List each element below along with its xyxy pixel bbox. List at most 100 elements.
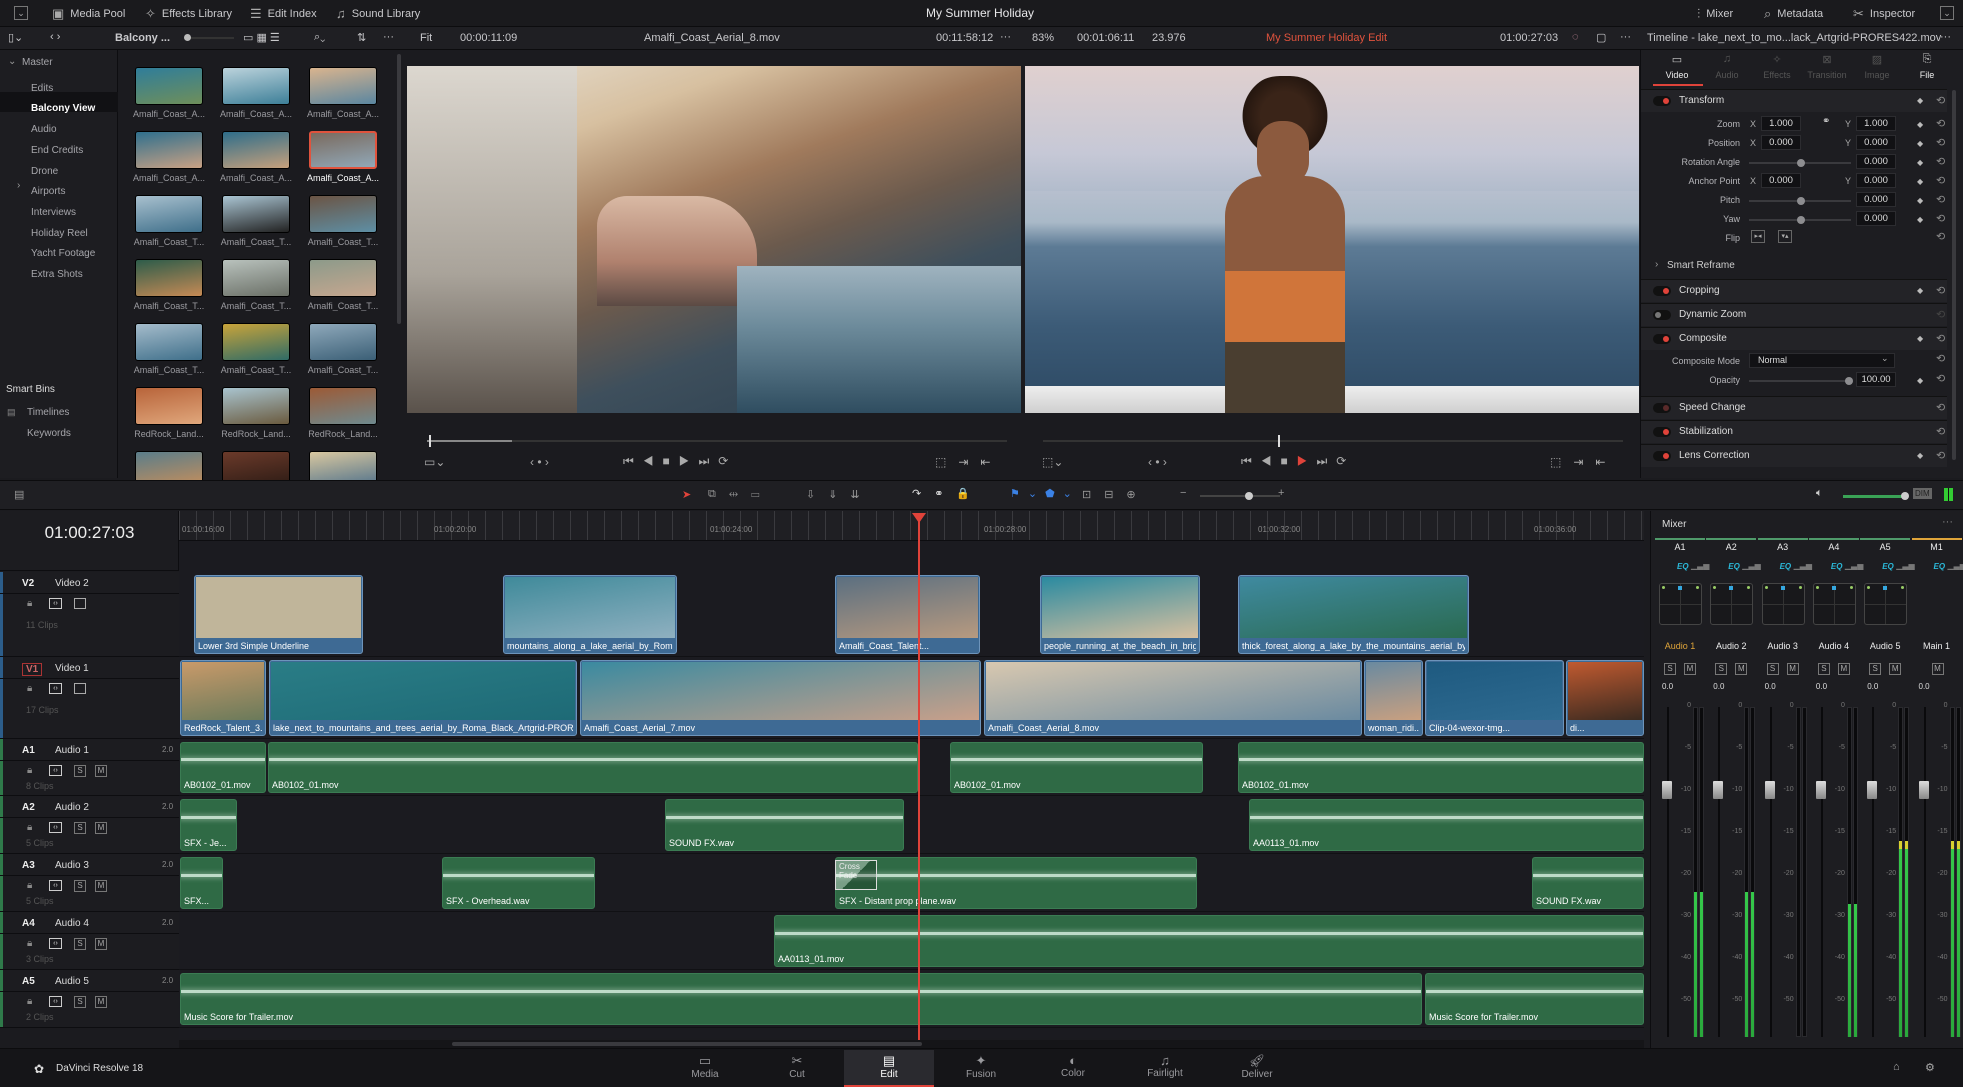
eq-button[interactable]: EQ: [1831, 562, 1843, 571]
pan-control[interactable]: [1761, 583, 1805, 625]
program-edit-buttons[interactable]: ⬚⇥⇤: [1550, 455, 1617, 469]
nav-back-forward-icon[interactable]: ‹ ›: [50, 31, 60, 43]
toggle-switch[interactable]: [1653, 427, 1671, 437]
source-zoom-select[interactable]: Fit: [420, 32, 432, 44]
page-fairlight-button[interactable]: ♫ Fairlight: [1120, 1050, 1210, 1087]
toggle-switch[interactable]: [1653, 451, 1671, 461]
lock-icon[interactable]: 🔒︎: [27, 683, 32, 694]
channel-mute-button[interactable]: M: [1931, 663, 1944, 675]
reset-icon[interactable]: ⟲: [1936, 401, 1945, 414]
settings-gear-icon[interactable]: ⚙: [1925, 1061, 1935, 1074]
media-clip-thumbnail[interactable]: [135, 131, 203, 169]
media-clip-thumbnail[interactable]: [222, 195, 290, 233]
solo-button[interactable]: S: [74, 822, 86, 834]
reset-icon[interactable]: ⟲: [1936, 230, 1945, 243]
keyframe-diamond-icon[interactable]: ◆: [1917, 177, 1923, 186]
edit-tools-icons[interactable]: ⧉⇹▭: [708, 488, 772, 501]
bin-item[interactable]: End Credits: [31, 145, 83, 156]
eq-button[interactable]: EQ: [1677, 562, 1689, 571]
param-pitch-slider[interactable]: [1749, 197, 1851, 205]
track-id[interactable]: A4: [22, 918, 35, 929]
media-clip-thumbnail[interactable]: [222, 67, 290, 105]
thumbnail-size-slider[interactable]: [184, 34, 234, 41]
inspector-section[interactable]: Cropping ◆ ⟲: [1641, 279, 1947, 302]
clip-v2[interactable]: mountains_along_a_lake_aerial_by_Roma...: [503, 575, 677, 654]
clip-a1[interactable]: AB0102_01.mov: [1238, 742, 1644, 793]
tab-effects[interactable]: Effects: [1751, 70, 1803, 80]
opacity-value[interactable]: 100.00: [1856, 372, 1896, 387]
source-more-icon[interactable]: ···: [1000, 31, 1011, 43]
bin-item[interactable]: Interviews: [31, 207, 76, 218]
reset-icon[interactable]: ⟲: [1936, 284, 1945, 297]
smart-reframe-title[interactable]: Smart Reframe: [1667, 260, 1735, 271]
track-visibility-icon[interactable]: [74, 683, 86, 694]
auto-select-icon[interactable]: ‹›: [49, 938, 62, 949]
clip-a3[interactable]: SFX...: [180, 857, 223, 909]
channel-mute-button[interactable]: M: [1889, 663, 1902, 675]
channel-fader[interactable]: [1815, 781, 1826, 799]
inspector-section[interactable]: Stabilization ⟲: [1641, 420, 1947, 443]
panel-layout-icon[interactable]: ▯⌄: [8, 31, 23, 44]
toggle-switch[interactable]: [1653, 334, 1671, 344]
media-clip-thumbnail[interactable]: [222, 387, 290, 425]
clip-v1[interactable]: di...: [1566, 660, 1644, 736]
sort-icon[interactable]: ⇅: [357, 31, 366, 44]
channel-solo-button[interactable]: S: [1664, 663, 1676, 675]
link-icon[interactable]: ⚭: [1822, 116, 1830, 127]
clip-a3[interactable]: SFX - Overhead.wav: [442, 857, 595, 909]
search-icon[interactable]: ⌕⌄: [314, 31, 325, 44]
media-clip-thumbnail[interactable]: [135, 387, 203, 425]
chevron-right-icon[interactable]: ›: [1655, 259, 1658, 270]
timeline-zoom-slider[interactable]: [1200, 492, 1280, 500]
media-clip-thumbnail[interactable]: [135, 323, 203, 361]
tab-file[interactable]: File: [1901, 70, 1953, 80]
selection-tool-icon[interactable]: ➤: [682, 488, 691, 501]
clip-a1[interactable]: AB0102_01.mov: [268, 742, 918, 793]
mixer-more-icon[interactable]: ···: [1942, 516, 1953, 528]
composite-mode-dropdown[interactable]: Normal: [1749, 353, 1895, 368]
lock-icon[interactable]: 🔒︎: [27, 880, 32, 891]
flip-vertical-button[interactable]: ▾▴: [1778, 230, 1792, 243]
eq-button[interactable]: EQ: [1780, 562, 1792, 571]
keyframe-diamond-icon[interactable]: ◆: [1917, 120, 1923, 129]
zoom-out-icon[interactable]: −: [1180, 487, 1186, 499]
tab-audio[interactable]: Audio: [1701, 70, 1753, 80]
channel-fader[interactable]: [1662, 781, 1672, 799]
reset-icon[interactable]: ⟲: [1936, 332, 1945, 345]
param-zoom-y[interactable]: 1.000: [1856, 116, 1896, 131]
eq-button[interactable]: EQ: [1728, 562, 1740, 571]
monitor-volume-slider[interactable]: [1843, 492, 1909, 500]
pan-control[interactable]: [1812, 583, 1856, 625]
toggle-switch[interactable]: [1653, 96, 1671, 106]
clip-a5[interactable]: Music Score for Trailer.mov: [1425, 973, 1644, 1025]
pan-control[interactable]: [1659, 583, 1702, 625]
source-clip-name[interactable]: Amalfi_Coast_Aerial_8.mov: [644, 32, 780, 44]
track-id[interactable]: V1: [22, 663, 43, 676]
more-options-icon[interactable]: ···: [383, 31, 394, 43]
media-clip-thumbnail[interactable]: [309, 67, 377, 105]
page-media-button[interactable]: ▭ Media: [660, 1050, 750, 1087]
keyframe-diamond-icon[interactable]: ◆: [1917, 334, 1923, 343]
bin-item[interactable]: Audio: [31, 124, 57, 135]
clip-a5[interactable]: Music Score for Trailer.mov: [180, 973, 1422, 1025]
page-cut-button[interactable]: ✂ Cut: [752, 1050, 842, 1087]
page-deliver-button[interactable]: 🚀︎ Deliver: [1212, 1050, 1302, 1087]
tab-video[interactable]: Video: [1651, 70, 1703, 80]
keyframe-diamond-icon[interactable]: ◆: [1917, 376, 1923, 385]
auto-select-icon[interactable]: ‹›: [49, 598, 62, 609]
reset-icon[interactable]: ⟲: [1936, 117, 1945, 130]
media-clip-thumbnail[interactable]: [309, 259, 377, 297]
bin-item[interactable]: Airports: [31, 186, 65, 197]
effects-library-button[interactable]: ✧ Effects Library: [145, 6, 232, 22]
media-clip-thumbnail[interactable]: [309, 323, 377, 361]
keyframe-diamond-icon[interactable]: ◆: [1917, 215, 1923, 224]
playhead-handle[interactable]: [912, 513, 926, 523]
clip-v1[interactable]: woman_ridi...: [1364, 660, 1423, 736]
source-view-options-icon[interactable]: ▭⌄: [424, 455, 445, 469]
program-transport-controls[interactable]: ⏮◀■▶⏭⟳: [1241, 454, 1355, 469]
pan-control[interactable]: [1710, 583, 1754, 625]
inspector-scrollbar[interactable]: [1952, 90, 1956, 460]
media-clip-thumbnail[interactable]: [222, 131, 290, 169]
keyframe-diamond-icon[interactable]: ◆: [1917, 158, 1923, 167]
program-more-icon[interactable]: ···: [1620, 31, 1631, 43]
